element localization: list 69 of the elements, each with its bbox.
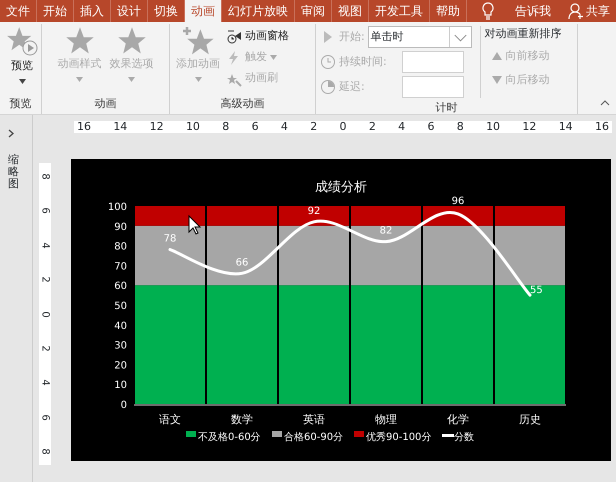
- ribbon-button[interactable]: 动画窗格: [226, 26, 289, 47]
- mouse-pointer-icon: [188, 214, 202, 235]
- axis-label: 100: [108, 202, 127, 213]
- spin-field[interactable]: [402, 51, 464, 73]
- field-label: 持续时间:: [339, 54, 388, 70]
- axis-label: 20: [114, 360, 127, 372]
- collapse-icon: [600, 98, 610, 108]
- vertical-ruler: 8 6 4 2 0 2 4 6 8: [39, 163, 51, 465]
- share-button[interactable]: 共享: [584, 0, 616, 22]
- category-label: 化学: [447, 413, 469, 426]
- lightbulb-icon: [481, 2, 495, 20]
- group-label: 计时: [434, 100, 458, 114]
- spin-field[interactable]: [402, 76, 464, 98]
- legend-label: 分数: [454, 432, 474, 443]
- person-add-icon: [568, 2, 584, 20]
- data-label: 92: [308, 206, 320, 217]
- category-label: 英语: [303, 413, 325, 426]
- axis-label: 90: [114, 222, 127, 233]
- category-label: 语文: [159, 413, 181, 426]
- axis-label: 0: [120, 400, 127, 411]
- star-plus-icon: [182, 26, 214, 56]
- chart-title: 成绩分析: [315, 180, 367, 195]
- clock-icon: [320, 79, 336, 95]
- star-icon: [64, 26, 94, 56]
- data-label: 66: [236, 257, 248, 268]
- caret-icon: [128, 76, 135, 82]
- caret-icon: [76, 76, 83, 82]
- axis-label: 30: [114, 340, 127, 352]
- horizontal-ruler: 16 14 12 10 8 6 4 2 0 2 4 6 8 10 12 14 16: [74, 121, 612, 133]
- axis-label: 70: [114, 261, 127, 272]
- star-play-icon: [6, 26, 38, 58]
- group-label: 动画: [94, 96, 118, 112]
- group-label: 高级动画: [220, 96, 266, 112]
- category-label: 物理: [375, 413, 397, 426]
- category-label: 数学: [231, 413, 253, 426]
- data-label: 82: [380, 226, 392, 237]
- data-label: 55: [530, 285, 543, 296]
- legend-label: 合格60-90分: [284, 432, 344, 443]
- axis-label: 60: [114, 281, 127, 292]
- group-label: 预览: [8, 96, 32, 112]
- axis-label: 10: [114, 380, 127, 392]
- caret-icon: [18, 78, 26, 84]
- axis-label: 40: [114, 320, 127, 332]
- axis-label: 50: [114, 301, 127, 312]
- legend-swatch: [354, 431, 364, 437]
- clock-icon: [320, 54, 336, 70]
- category-label: 历史: [519, 413, 541, 426]
- legend-swatch: [186, 431, 196, 437]
- expand-icon[interactable]: [8, 129, 14, 138]
- down-triangle-icon: [490, 74, 503, 86]
- legend-label: 优秀90-100分: [366, 432, 432, 443]
- field-label: 开始:: [339, 28, 365, 45]
- ribbon-tab[interactable]: 动画: [185, 0, 222, 22]
- up-triangle-icon: [490, 50, 503, 62]
- preview-button[interactable]: 预览: [4, 26, 40, 94]
- clock-arrow-icon: [226, 28, 242, 44]
- star-icon: [116, 26, 146, 56]
- reorder-label: 对动画重新排序: [484, 26, 562, 42]
- caret-icon: [270, 55, 277, 60]
- legend-label: 不及格0-60分: [198, 432, 261, 443]
- data-label: 96: [452, 196, 464, 207]
- sidebar-title: 缩略图: [8, 154, 19, 190]
- axis-label: 80: [114, 242, 127, 253]
- field-label: 延迟:: [339, 78, 366, 95]
- legend-swatch: [442, 434, 454, 437]
- caret-icon: [194, 76, 202, 82]
- legend-swatch: [272, 431, 282, 437]
- data-label: 78: [164, 234, 176, 245]
- tell-me-button[interactable]: 告诉我: [509, 0, 557, 22]
